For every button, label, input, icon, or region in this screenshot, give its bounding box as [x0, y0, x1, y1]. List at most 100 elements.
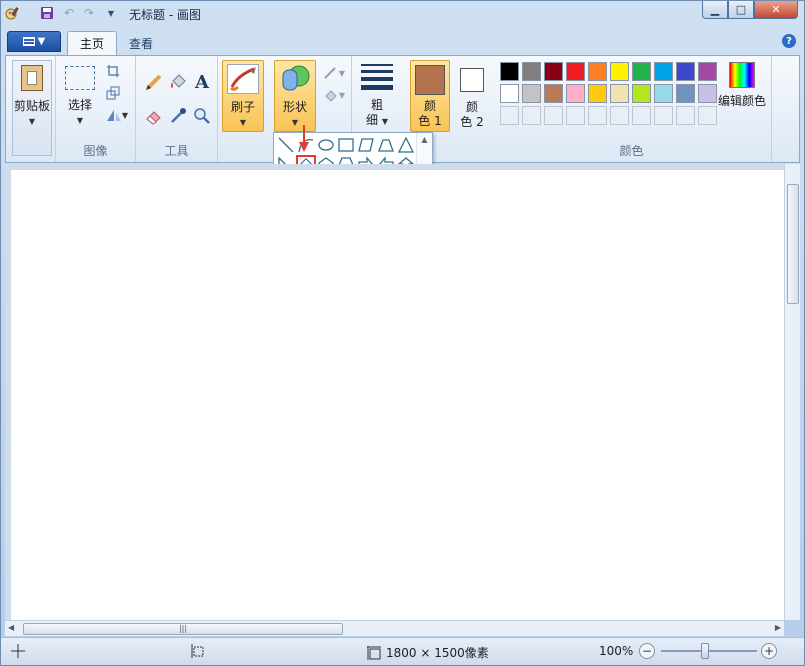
help-icon[interactable]: ? [782, 34, 796, 48]
pencil-icon[interactable] [144, 72, 164, 92]
shapes-button[interactable]: 形状 ▼ [274, 60, 316, 132]
cursor-position-icon [11, 644, 25, 658]
color1-button[interactable]: 颜 色 1 [410, 60, 450, 132]
canvas-size-icon [367, 645, 381, 660]
canvas-area [5, 164, 800, 620]
color-swatch[interactable] [654, 62, 673, 81]
shape-rounded-rectangle-icon[interactable] [356, 135, 376, 155]
shape-oval-icon[interactable] [316, 135, 336, 155]
chevron-down-icon: ▼ [121, 110, 129, 120]
select-label: 选择 [67, 98, 92, 112]
fill-bucket-icon[interactable] [168, 72, 188, 92]
color-swatch[interactable] [566, 62, 585, 81]
drawing-canvas[interactable] [11, 170, 784, 620]
color-swatch[interactable] [544, 62, 563, 81]
color1-label-line1: 颜 [423, 99, 436, 113]
custom-color-slot[interactable] [676, 106, 695, 125]
scroll-right-arrow-icon[interactable]: ▶ [775, 623, 781, 632]
shape-polygon-icon[interactable] [376, 135, 396, 155]
color-swatch[interactable] [588, 84, 607, 103]
line-width-icon [361, 64, 393, 90]
caption-buttons: ▁ □ ✕ [702, 1, 798, 19]
scroll-up-arrow-icon[interactable]: ▲ [417, 135, 432, 144]
scroll-left-arrow-icon[interactable]: ◀ [8, 623, 14, 632]
brushes-button[interactable]: 刷子 ▼ [222, 60, 264, 132]
zoom-out-button[interactable]: − [639, 643, 655, 659]
shape-line-icon[interactable] [276, 135, 296, 155]
tools-group: A 工具 [136, 56, 218, 162]
window-title: 无标题 - 画图 [129, 8, 201, 22]
select-rectangle-icon [65, 66, 95, 90]
color-swatch[interactable] [500, 62, 519, 81]
resize-icon[interactable] [104, 84, 122, 102]
status-bar: 1800 × 1500像素 100% − + [1, 637, 804, 665]
custom-color-slot[interactable] [654, 106, 673, 125]
color-swatch[interactable] [566, 84, 585, 103]
color-swatch[interactable] [610, 84, 629, 103]
selection-size-icon [191, 644, 205, 658]
zoom-in-button[interactable]: + [761, 643, 777, 659]
paint-window: ↶ ↷ ▼ 无标题 - 画图 ▁ □ ✕ ▼ 主页 查看 ? 剪贴板 ▼ 选择 … [0, 0, 805, 666]
tab-view[interactable]: 查看 [117, 31, 165, 55]
chevron-down-icon: ▼ [381, 117, 388, 126]
edit-colors-button[interactable]: 编辑颜色 [714, 62, 770, 122]
customize-quick-access-icon[interactable]: ▼ [103, 5, 119, 21]
custom-color-slot[interactable] [522, 106, 541, 125]
undo-icon[interactable]: ↶ [61, 5, 77, 21]
color-swatch[interactable] [632, 84, 651, 103]
color-picker-icon[interactable] [168, 106, 188, 126]
select-button[interactable]: 选择 ▼ [60, 62, 100, 132]
horizontal-scroll-thumb[interactable]: ||| [23, 623, 343, 635]
shape-triangle-icon[interactable] [396, 135, 416, 155]
color-swatch[interactable] [500, 84, 519, 103]
save-icon[interactable] [39, 5, 55, 21]
color-swatch[interactable] [654, 84, 673, 103]
color1-swatch [415, 65, 445, 95]
size-button[interactable]: 粗 细 ▼ [356, 60, 398, 132]
color-swatch[interactable] [632, 62, 651, 81]
shapes-icon [279, 64, 311, 94]
custom-color-slot[interactable] [632, 106, 651, 125]
paint-app-icon[interactable] [5, 5, 21, 21]
color-swatch[interactable] [522, 62, 541, 81]
maximize-button[interactable]: □ [728, 1, 754, 19]
eraser-icon[interactable] [144, 106, 164, 126]
custom-color-slot[interactable] [588, 106, 607, 125]
red-arrow-annotation [299, 125, 309, 152]
color-swatch[interactable] [544, 84, 563, 103]
crop-icon[interactable] [104, 62, 122, 80]
custom-color-slot[interactable] [566, 106, 585, 125]
paste-button[interactable]: 剪贴板 ▼ [12, 60, 52, 156]
size-label-line2: 细 ▼ [366, 113, 388, 127]
shapes-label: 形状 [282, 100, 307, 114]
custom-color-slot[interactable] [610, 106, 629, 125]
color2-label-line1: 颜 [465, 100, 478, 114]
shape-fill-icon[interactable]: ▼ [320, 86, 348, 104]
color-swatch[interactable] [676, 84, 695, 103]
horizontal-scrollbar[interactable]: ◀ ||| ▶ [5, 620, 784, 636]
text-tool-icon[interactable]: A [192, 72, 212, 93]
zoom-slider-thumb[interactable] [701, 643, 709, 659]
close-button[interactable]: ✕ [754, 1, 798, 19]
redo-icon[interactable]: ↷ [81, 5, 97, 21]
shape-rectangle-icon[interactable] [336, 135, 356, 155]
brushes-label: 刷子 [230, 100, 255, 114]
minimize-button[interactable]: ▁ [702, 1, 728, 19]
vertical-scrollbar[interactable] [784, 164, 800, 620]
color-swatch[interactable] [676, 62, 695, 81]
custom-color-slot[interactable] [500, 106, 519, 125]
outline-icon[interactable]: ▼ [320, 64, 348, 82]
vertical-scroll-thumb[interactable] [787, 184, 799, 304]
color-swatch[interactable] [522, 84, 541, 103]
paint-menu-button[interactable]: ▼ [7, 31, 61, 52]
zoom-slider-track[interactable] [661, 650, 757, 652]
color-swatch[interactable] [588, 62, 607, 81]
ribbon-tabs: ▼ 主页 查看 ? [5, 29, 800, 55]
color2-button[interactable]: 颜 色 2 [452, 60, 492, 132]
chevron-down-icon: ▼ [37, 36, 46, 47]
rotate-icon[interactable]: ▼ [104, 106, 130, 124]
color-swatch[interactable] [610, 62, 629, 81]
custom-color-slot[interactable] [544, 106, 563, 125]
magnifier-icon[interactable] [192, 106, 212, 126]
tab-home[interactable]: 主页 [67, 31, 118, 55]
